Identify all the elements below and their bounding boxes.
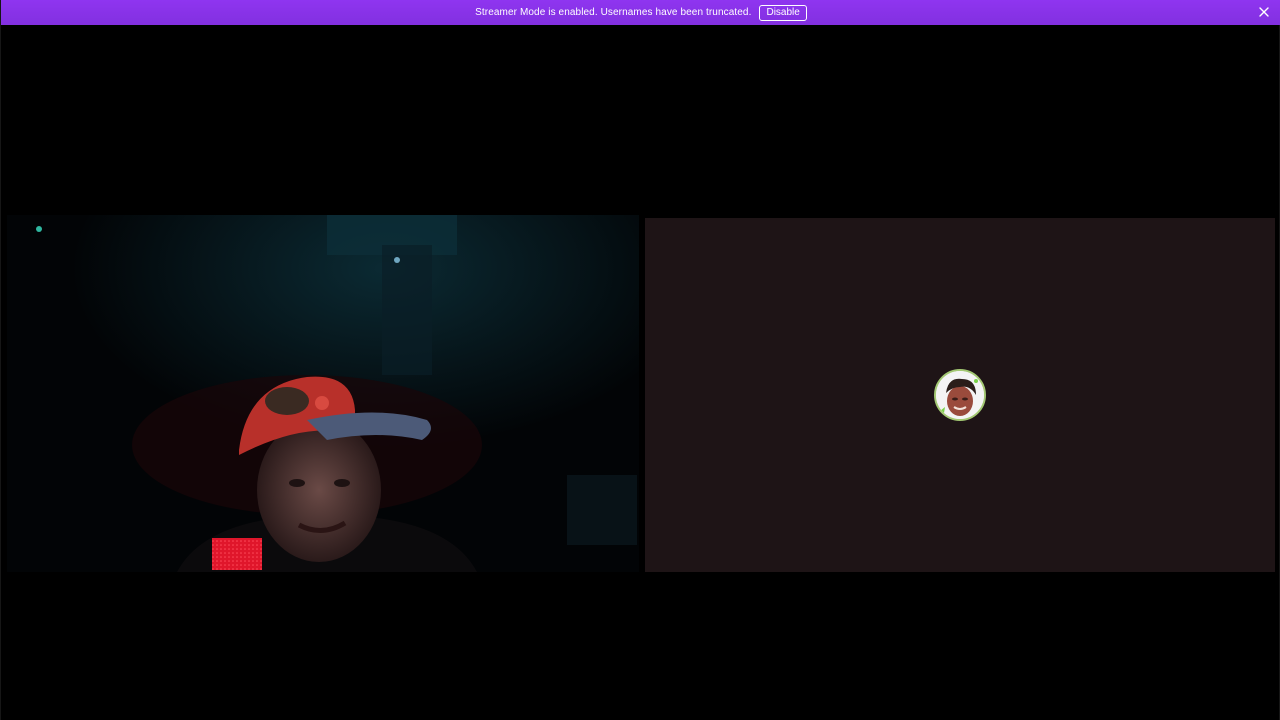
participant-avatar[interactable]	[934, 369, 986, 421]
video-call-window: Streamer Mode is enabled. Usernames have…	[0, 0, 1280, 720]
participant-camera-feed	[7, 215, 639, 572]
close-icon[interactable]	[1257, 5, 1271, 19]
streamer-mode-notice-text: Streamer Mode is enabled. Usernames have…	[475, 7, 752, 18]
video-stage	[1, 25, 1280, 720]
participant-avatar-tile[interactable]	[645, 218, 1275, 572]
avatar-image	[936, 371, 984, 419]
participant-video-tile[interactable]	[7, 215, 639, 572]
streamer-mode-notice-bar: Streamer Mode is enabled. Usernames have…	[1, 0, 1280, 25]
disable-streamer-mode-button[interactable]: Disable	[759, 4, 807, 21]
